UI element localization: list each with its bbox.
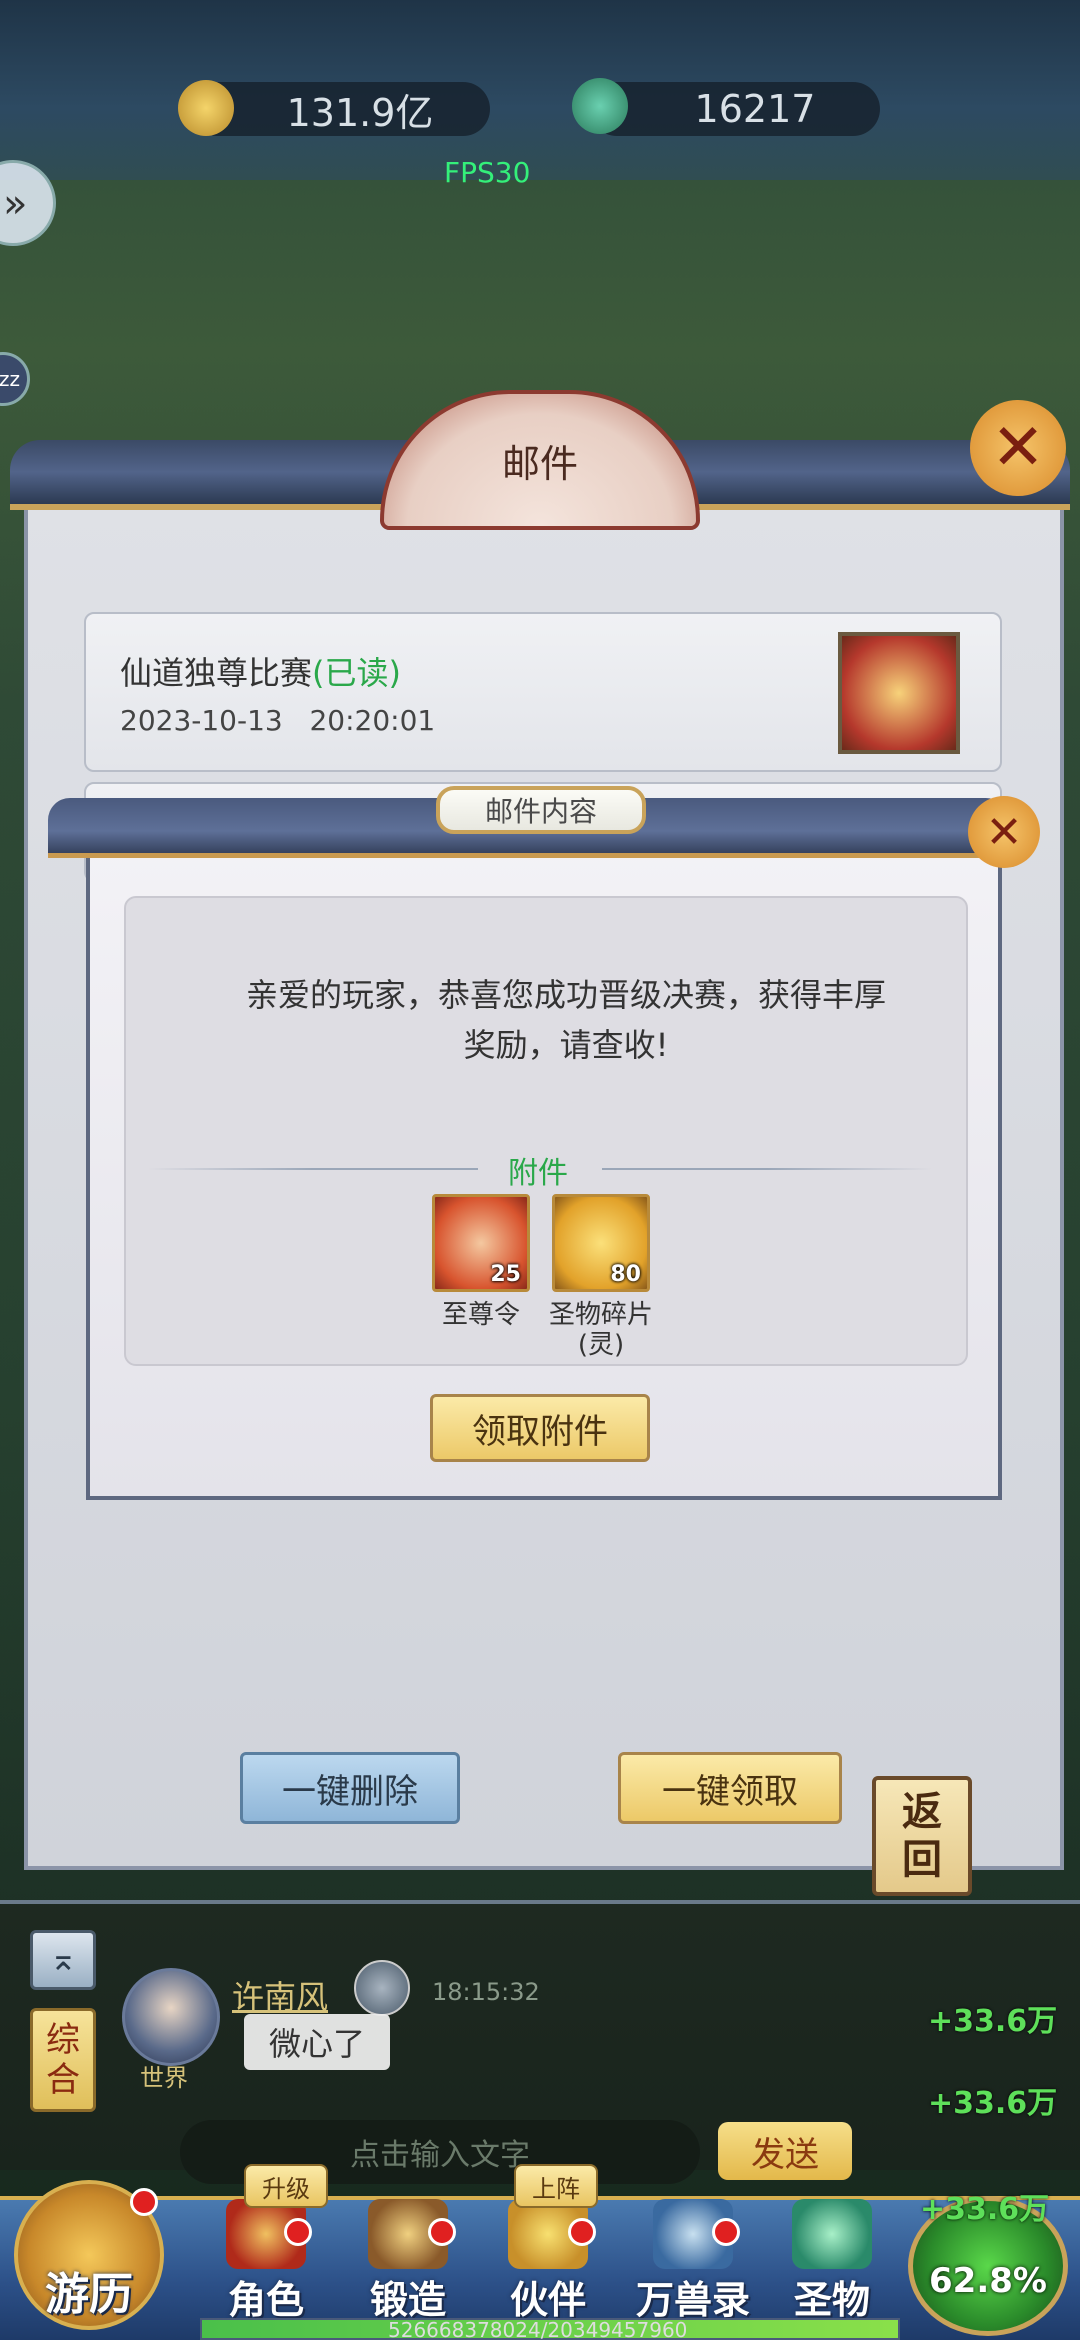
gain-notification: +33.6万 [920, 2192, 1050, 2227]
notification-dot [568, 2218, 596, 2246]
deploy-tag: 上阵 [514, 2164, 598, 2208]
chat-channel-label: 综合 [46, 2020, 80, 2100]
notification-dot [284, 2218, 312, 2246]
gold-coin-icon [178, 80, 234, 136]
mail-item-datetime: 2023-10-13 20:20:01 [120, 704, 435, 737]
dialog-message: 亲爱的玩家，恭喜您成功晋级决赛，获得丰厚奖励，请查收! [245, 976, 886, 1064]
nav-label-bestiary: 万兽录 [635, 2278, 750, 2322]
nav-label-forge: 锻造 [369, 2278, 446, 2322]
nav-label-character: 角色 [227, 2278, 304, 2322]
nav-label-relic: 圣物 [793, 2278, 870, 2322]
chevron-up-icon: ⌅ [49, 1939, 78, 1979]
close-icon: ✕ [985, 806, 1023, 858]
jade-turtle-icon [572, 78, 628, 134]
upgrade-tag: 升级 [244, 2164, 328, 2208]
attachment-item[interactable]: 25 [432, 1194, 530, 1292]
mail-title-fan: 邮件 [380, 390, 700, 530]
delete-all-button[interactable]: 一键删除 [240, 1752, 460, 1824]
gain-notification: +33.6万 [928, 2004, 1058, 2039]
attachment-count: 25 [490, 1262, 521, 1287]
attachment-name: 至尊令 [441, 1300, 520, 1330]
nav-item-relic[interactable]: 圣物 [762, 2196, 902, 2324]
gain-notification: +33.6万 [928, 2086, 1058, 2121]
fps-counter: FPS30 [444, 156, 531, 189]
progress-percent: 62.8% [929, 2261, 1047, 2301]
mail-item-time: 20:20:01 [309, 704, 436, 737]
dialog-title: 邮件内容 [436, 786, 646, 834]
mail-item-date: 2023-10-13 [120, 704, 283, 737]
rank-badge-icon [354, 1960, 410, 2016]
chat-username[interactable]: 许南风 [232, 1972, 328, 2018]
send-button[interactable]: 发送 [718, 2122, 852, 2180]
treasure-chest-icon [838, 632, 960, 754]
mail-close-button[interactable]: ✕ [970, 400, 1066, 496]
claim-all-button[interactable]: 一键领取 [618, 1752, 842, 1824]
notification-dot [712, 2218, 740, 2246]
attachment-item[interactable]: 80 [552, 1194, 650, 1292]
sleep-mode-button[interactable]: zz [0, 352, 30, 406]
nav-item-bestiary[interactable]: 万兽录 [608, 2196, 778, 2324]
nav-label-travel: 游历 [45, 2269, 133, 2320]
nav-item-forge[interactable]: 锻造 [338, 2196, 478, 2324]
notification-dot [428, 2218, 456, 2246]
notification-dot [130, 2188, 158, 2216]
return-button[interactable]: 返回 [872, 1776, 972, 1896]
currency-gold: 131.9亿 [190, 82, 490, 136]
chevron-right-icon: » [3, 181, 28, 227]
claim-attachment-button[interactable]: 领取附件 [430, 1394, 650, 1462]
close-icon: ✕ [991, 411, 1045, 485]
zz-icon: zz [0, 367, 20, 391]
nav-label-partner: 伙伴 [509, 2278, 586, 2322]
world-tag: 世界 [140, 2064, 188, 2092]
mail-list-item[interactable]: 仙道独尊比赛(已读) 2023-10-13 20:20:01 [84, 612, 1002, 772]
mail-item-title: 仙道独尊比赛(已读) [120, 648, 401, 694]
nav-item-character[interactable]: 角色 [196, 2196, 336, 2324]
chat-timestamp: 18:15:32 [432, 1978, 540, 2006]
chat-collapse-button[interactable]: ⌅ [30, 1930, 96, 1990]
currency-jade: 16217 [590, 82, 880, 136]
relic-icon [792, 2199, 872, 2269]
currency-gold-value: 131.9亿 [286, 90, 434, 135]
top-currency-bar [0, 0, 1080, 180]
attachments-title: 附件 [508, 1156, 568, 1191]
mail-item-status: (已读) [312, 654, 401, 692]
dialog-content-area [124, 896, 968, 1366]
return-label: 返回 [902, 1789, 942, 1883]
mail-title: 邮件 [501, 441, 578, 486]
mail-item-subject: 仙道独尊比赛 [120, 654, 313, 692]
attachment-count: 80 [610, 1262, 641, 1287]
attachment-name: 圣物碎片(灵) [548, 1300, 653, 1360]
divider-left [148, 1168, 478, 1170]
avatar[interactable] [122, 1968, 220, 2066]
experience-text: 526668378024/20349457960 [388, 2318, 688, 2340]
chat-channel-tab[interactable]: 综合 [30, 2008, 96, 2112]
dialog-close-button[interactable]: ✕ [968, 796, 1040, 868]
currency-jade-value: 16217 [694, 87, 816, 131]
chat-message: 微心了 [244, 2014, 390, 2070]
nav-item-partner[interactable]: 伙伴 [478, 2196, 618, 2324]
divider-right [602, 1168, 932, 1170]
